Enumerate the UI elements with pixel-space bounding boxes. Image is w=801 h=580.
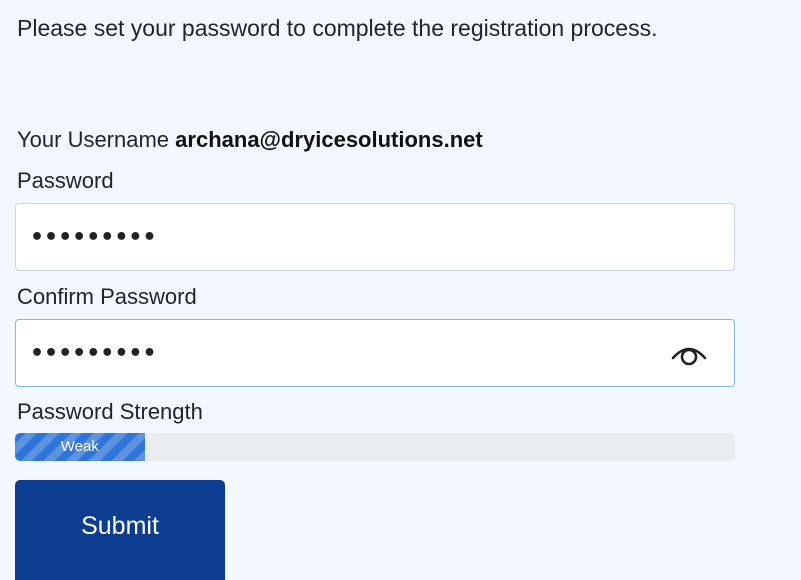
password-label: Password <box>17 168 114 193</box>
username-line: Your Username archana@dryicesolutions.ne… <box>17 124 483 156</box>
eye-icon[interactable] <box>670 338 708 368</box>
username-value: archana@dryicesolutions.net <box>175 127 483 152</box>
password-strength-bar: Weak <box>15 433 735 461</box>
password-input[interactable]: ••••••••• <box>15 203 735 271</box>
password-masked-value: ••••••••• <box>30 224 157 250</box>
password-strength-fill: Weak <box>15 433 145 461</box>
intro-text: Please set your password to complete the… <box>17 15 658 41</box>
username-label: Your Username <box>17 127 170 152</box>
password-strength-level: Weak <box>60 438 99 455</box>
confirm-password-input[interactable]: ••••••••• <box>15 319 735 387</box>
confirm-password-label: Confirm Password <box>17 284 197 309</box>
submit-button[interactable]: Submit <box>15 480 225 580</box>
password-strength-label: Password Strength <box>17 399 203 424</box>
confirm-password-masked-value: ••••••••• <box>30 340 157 366</box>
